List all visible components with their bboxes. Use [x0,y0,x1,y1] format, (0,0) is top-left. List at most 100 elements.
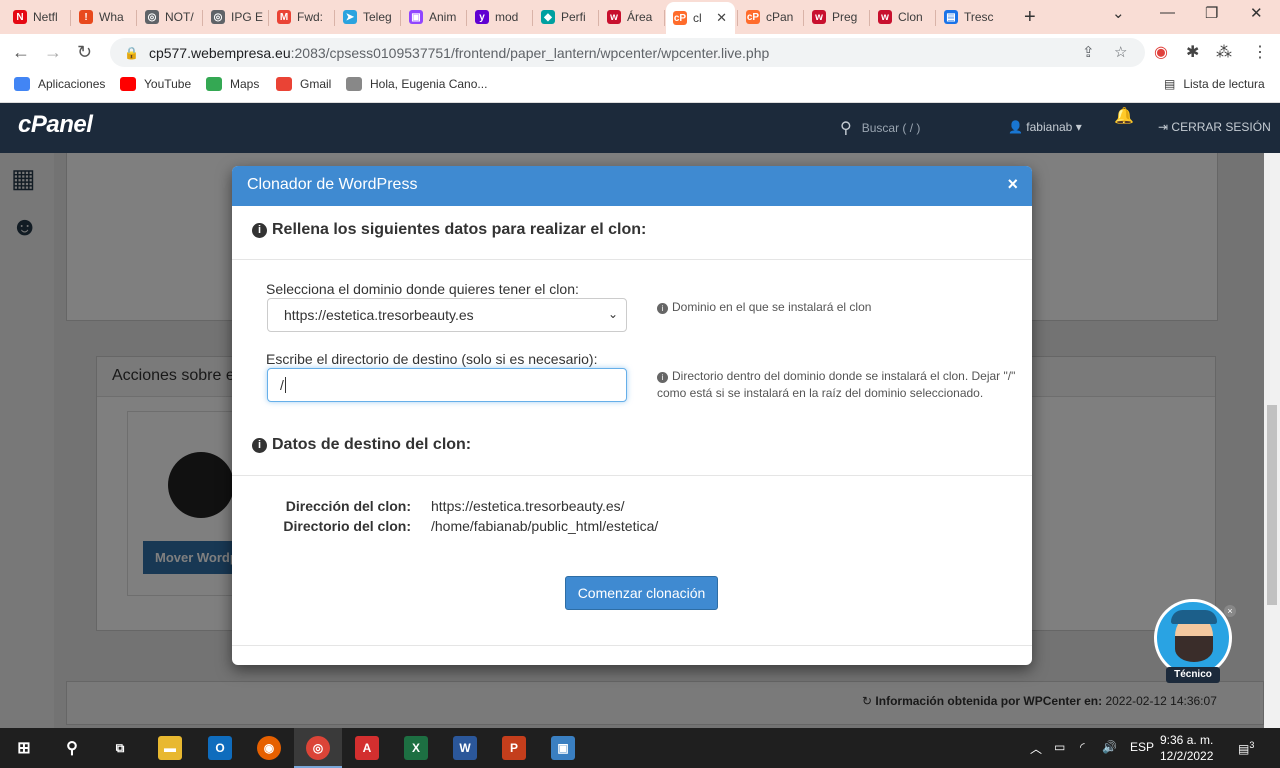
tab-3[interactable]: ◎ IPG E [204,4,266,30]
word-icon[interactable]: W [453,736,477,760]
extensions-puzzle-icon[interactable]: ✱ [1186,42,1199,62]
dest-directory-label: Directorio del clon: [283,518,411,534]
start-cloning-button[interactable]: Comenzar clonación [565,576,718,610]
tab-0[interactable]: N Netfl [6,4,68,30]
notifications-icon[interactable]: ▤3 [1238,740,1254,756]
tab-8[interactable]: ◆ Perfi [534,4,596,30]
wifi-icon[interactable]: ◜ [1080,740,1085,754]
browser-menu-icon[interactable]: ⋮ [1252,42,1268,62]
remote-desktop-icon[interactable]: ▣ [551,736,575,760]
info-icon: i [252,223,267,238]
divider [232,475,1032,476]
tab-label: Fwd: [297,10,324,24]
search-icon[interactable]: ⚲ [60,736,84,760]
windows-taskbar: ⊞ ⚲ ⧉ ▬ O ◉ ◎ A X W P ▣ ︿ ▭ ◜ 🔊 ESP 9:36… [0,728,1280,768]
directory-help: i Directorio dentro del dominio donde se … [657,369,1016,400]
share-icon[interactable]: ⇪ [1082,43,1095,61]
clock[interactable]: 9:36 a. m. 12/2/2022 [1160,732,1213,764]
tab-label: IPG E [231,10,264,24]
browser-toolbar: ← → ↻ 🔒 cp577.webempresa.eu:2083/cpsess0… [0,34,1280,71]
tab-4[interactable]: M Fwd: [270,4,332,30]
directory-input[interactable]: / [267,368,627,402]
tab-favicon-icon: N [13,10,27,24]
tab-12[interactable]: w Preg [805,4,867,30]
support-label[interactable]: Técnico [1166,667,1220,683]
bookmark-1[interactable]: YouTube [120,77,191,91]
bookmark-3[interactable]: Gmail [276,77,331,91]
new-tab-button[interactable]: + [1024,6,1036,29]
back-icon[interactable]: ← [12,42,30,63]
domain-select[interactable]: https://estetica.tresorbeauty.es ⌄ [267,298,627,332]
bookmark-4[interactable]: Hola, Eugenia Cano... [346,77,487,91]
tab-separator [532,10,533,26]
user-icon: 👤 [1008,120,1023,134]
minimize-button[interactable]: — [1160,4,1175,21]
tab-6[interactable]: ▣ Anim [402,4,464,30]
dest-address-label: Dirección del clon: [285,498,411,514]
tab-11[interactable]: cP cPan [739,4,801,30]
tab-separator [268,10,269,26]
logout-link[interactable]: ⇥ CERRAR SESIÓN [1158,120,1271,134]
tab-13[interactable]: w Clon [871,4,933,30]
tab-favicon-icon: w [878,10,892,24]
address-bar[interactable]: 🔒 cp577.webempresa.eu:2083/cpsess0109537… [110,38,1145,67]
task-view-icon[interactable]: ⧉ [108,736,132,760]
volume-icon[interactable]: 🔊 [1102,740,1117,754]
tab-favicon-icon: ◆ [541,10,555,24]
close-tab-icon[interactable]: ✕ [716,10,727,26]
bookmark-label: Maps [230,77,260,91]
clone-modal: Clonador de WordPress × i Rellena los sig… [232,166,1032,665]
maximize-button[interactable]: ❐ [1205,4,1218,22]
file-explorer-icon[interactable]: ▬ [158,736,182,760]
chrome-icon[interactable]: ◎ [306,736,330,760]
tab-label: NOT/ [165,10,194,24]
reading-list[interactable]: ▤ Lista de lectura [1164,77,1265,91]
outlook-icon[interactable]: O [208,736,232,760]
tab-label: mod [495,10,519,24]
bookmark-0[interactable]: Aplicaciones [14,77,105,91]
acrobat-icon[interactable]: A [355,736,379,760]
firefox-icon[interactable]: ◉ [257,736,281,760]
forward-icon[interactable]: → [44,42,62,63]
user-menu[interactable]: 👤 fabianab ▾ [1008,120,1082,134]
tab-14[interactable]: ▤ Tresc [937,4,999,30]
language-indicator[interactable]: ESP [1130,740,1154,754]
tab-7[interactable]: y mod [468,4,530,30]
tab-2[interactable]: ◎ NOT/ [138,4,200,30]
tab-label: Anim [429,10,457,24]
battery-icon[interactable]: ▭ [1054,740,1065,754]
close-icon[interactable]: × [1224,605,1236,617]
tab-separator [598,10,599,26]
bookmark-label: Hola, Eugenia Cano... [370,77,488,91]
section-fill-data: i Rellena los siguientes datos para reali… [252,221,646,239]
profile-avatar-icon[interactable]: ⁂ [1216,42,1232,62]
tab-1[interactable]: ! Wha [72,4,134,30]
bell-icon[interactable]: 🔔 [1114,106,1134,126]
excel-icon[interactable]: X [404,736,428,760]
bookmark-2[interactable]: Maps [206,77,259,91]
extension-icon[interactable]: ◉ [1154,42,1168,62]
tab-9[interactable]: w Área [600,4,662,30]
bookmark-icon [206,77,222,91]
tab-search-icon[interactable]: ⌄ [1112,4,1125,22]
close-window-button[interactable]: ✕ [1250,4,1263,22]
windows-start-icon[interactable]: ⊞ [12,736,36,760]
page-scrollbar[interactable] [1264,153,1280,728]
powerpoint-icon[interactable]: P [502,736,526,760]
tab-5[interactable]: ➤ Teleg [336,4,398,30]
section-destination: i Datos de destino del clon: [252,436,471,454]
header-search[interactable]: ⚲ Buscar ( / ) [840,118,920,138]
tab-10[interactable]: cP cl ✕ [666,2,735,34]
tray-chevron-icon[interactable]: ︿ [1030,740,1042,757]
close-icon[interactable]: × [1007,174,1018,195]
tab-favicon-icon: y [475,10,489,24]
directory-label: Escribe el directorio de destino (solo s… [266,351,598,367]
cpanel-header [0,103,1280,153]
cpanel-logo[interactable]: cPanel [18,111,93,139]
bookmark-star-icon[interactable]: ☆ [1114,43,1127,61]
reload-icon[interactable]: ↻ [77,42,92,63]
tab-label: Perfi [561,10,586,24]
scrollbar-thumb[interactable] [1267,405,1277,605]
support-chat-widget[interactable] [1154,599,1232,677]
bookmark-label: YouTube [144,77,192,91]
